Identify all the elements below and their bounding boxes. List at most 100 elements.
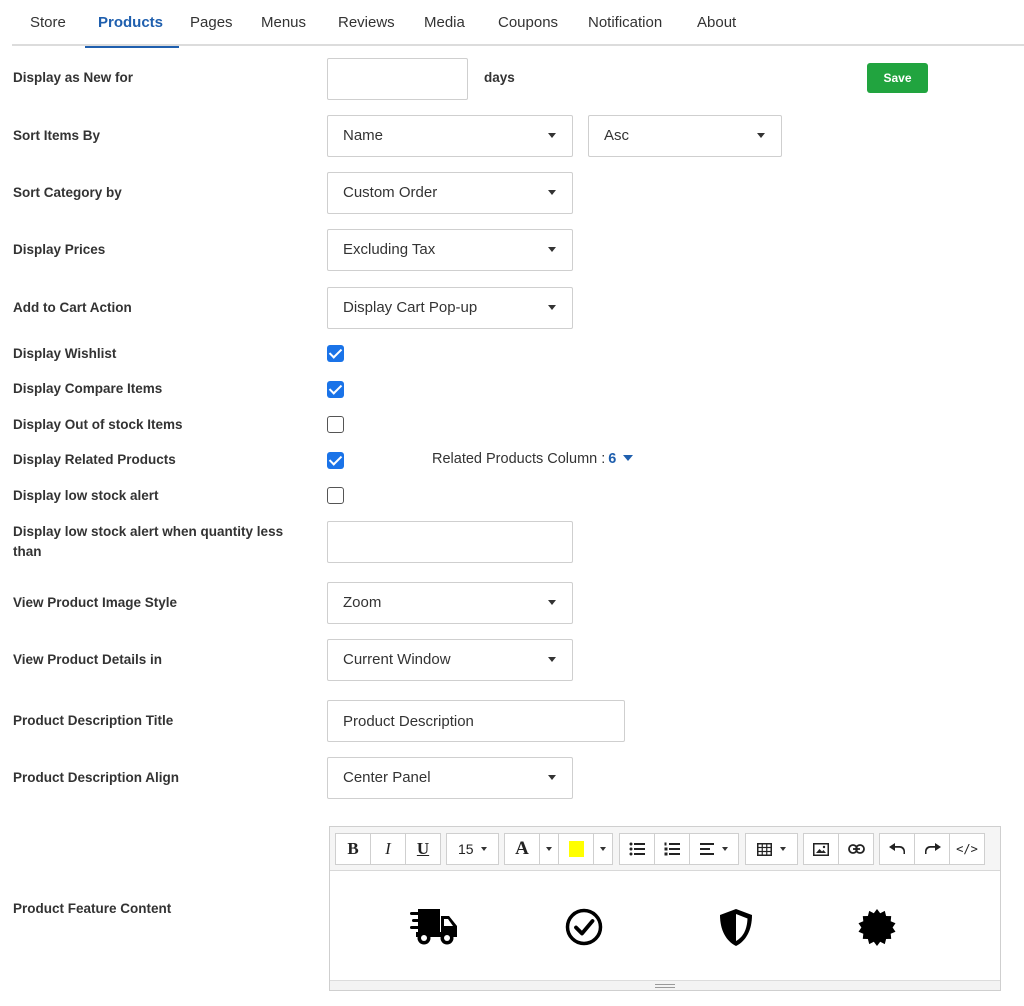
- badge-icon: [858, 909, 896, 946]
- related-column-value[interactable]: 6: [608, 451, 616, 467]
- unordered-list-button[interactable]: [619, 833, 655, 865]
- code-icon: </>: [956, 842, 978, 856]
- tab-media[interactable]: Media: [424, 0, 465, 46]
- italic-button[interactable]: I: [370, 833, 406, 865]
- details-in-label: View Product Details in: [13, 652, 163, 667]
- insert-image-button[interactable]: [803, 833, 839, 865]
- tab-coupons[interactable]: Coupons: [498, 0, 558, 46]
- desc-align-label: Product Description Align: [13, 770, 180, 785]
- low-stock-label: Display low stock alert: [13, 488, 159, 503]
- compare-checkbox[interactable]: [327, 381, 344, 398]
- chevron-down-icon[interactable]: [623, 455, 634, 461]
- font-size-dropdown[interactable]: 15: [446, 833, 499, 865]
- display-new-label: Display as New for: [13, 70, 134, 85]
- tab-reviews[interactable]: Reviews: [338, 0, 395, 46]
- tab-about[interactable]: About: [697, 0, 736, 46]
- chevron-down-icon: [548, 775, 556, 780]
- out-of-stock-checkbox[interactable]: [327, 416, 344, 433]
- display-new-input[interactable]: [328, 59, 467, 99]
- sort-order-select[interactable]: Asc: [588, 115, 782, 157]
- editor-content[interactable]: [330, 871, 1000, 981]
- display-prices-select[interactable]: Excluding Tax: [327, 229, 573, 271]
- code-view-button[interactable]: </>: [949, 833, 985, 865]
- table-dropdown[interactable]: [745, 833, 798, 865]
- details-in-value: Current Window: [343, 651, 451, 668]
- check-circle-icon: [565, 908, 603, 946]
- related-products-checkbox[interactable]: [327, 452, 344, 469]
- insert-link-button[interactable]: [838, 833, 874, 865]
- image-icon: [813, 842, 829, 856]
- editor-resize-handle[interactable]: [330, 980, 1000, 990]
- editor-toolbar: B I U 15 A </>: [330, 827, 1000, 871]
- chevron-down-icon: [722, 847, 728, 851]
- display-prices-label: Display Prices: [13, 242, 106, 257]
- out-of-stock-label: Display Out of stock Items: [13, 417, 183, 432]
- sort-items-select[interactable]: Name: [327, 115, 573, 157]
- table-icon: [757, 842, 772, 856]
- grip-icon: [655, 984, 675, 988]
- align-left-icon: [700, 843, 714, 855]
- align-dropdown[interactable]: [689, 833, 739, 865]
- display-prices-value: Excluding Tax: [343, 241, 436, 258]
- chevron-down-icon: [480, 847, 487, 851]
- font-size-value: 15: [458, 841, 474, 857]
- highlight-dropdown[interactable]: [593, 833, 613, 865]
- highlight-button[interactable]: [558, 833, 594, 865]
- underline-button[interactable]: U: [405, 833, 441, 865]
- cart-action-value: Display Cart Pop-up: [343, 299, 478, 316]
- low-stock-qty-input[interactable]: [328, 522, 572, 562]
- chevron-down-icon: [546, 847, 552, 851]
- tab-menus[interactable]: Menus: [261, 0, 306, 46]
- chevron-down-icon: [548, 190, 556, 195]
- desc-title-label: Product Description Title: [13, 713, 174, 728]
- tab-pages[interactable]: Pages: [190, 0, 233, 46]
- feature-content-label: Product Feature Content: [13, 901, 172, 916]
- days-unit-label: days: [484, 70, 515, 85]
- font-color-dropdown[interactable]: [539, 833, 559, 865]
- ordered-list-button[interactable]: [654, 833, 690, 865]
- desc-title-field[interactable]: [327, 700, 625, 742]
- low-stock-qty-label-line1: Display low stock alert when quantity le…: [13, 524, 284, 539]
- redo-button[interactable]: [914, 833, 950, 865]
- low-stock-qty-label-line2: than: [13, 544, 42, 559]
- chevron-down-icon: [548, 305, 556, 310]
- details-in-select[interactable]: Current Window: [327, 639, 573, 681]
- bold-button[interactable]: B: [335, 833, 371, 865]
- delivery-truck-icon: [410, 909, 457, 945]
- compare-label: Display Compare Items: [13, 381, 163, 396]
- save-button[interactable]: Save: [867, 63, 928, 93]
- related-column-label: Related Products Column :: [432, 451, 606, 467]
- display-new-field[interactable]: [327, 58, 468, 100]
- sort-order-value: Asc: [604, 127, 630, 144]
- chevron-down-icon: [548, 657, 556, 662]
- sort-category-label: Sort Category by: [13, 185, 122, 200]
- low-stock-checkbox[interactable]: [327, 487, 344, 504]
- sort-category-select[interactable]: Custom Order: [327, 172, 573, 214]
- tab-store[interactable]: Store: [30, 0, 66, 46]
- low-stock-qty-field[interactable]: [327, 521, 573, 563]
- undo-button[interactable]: [879, 833, 915, 865]
- chevron-down-icon: [780, 847, 786, 851]
- redo-icon: [924, 843, 941, 854]
- image-style-label: View Product Image Style: [13, 595, 178, 610]
- highlight-swatch: [568, 841, 584, 857]
- sort-items-value: Name: [343, 127, 384, 144]
- related-products-label: Display Related Products: [13, 452, 176, 467]
- desc-align-value: Center Panel: [343, 769, 431, 786]
- chevron-down-icon: [548, 247, 556, 252]
- wishlist-checkbox[interactable]: [327, 345, 344, 362]
- tab-products[interactable]: Products: [84, 0, 180, 48]
- undo-icon: [888, 843, 905, 854]
- numbered-list-icon: [664, 842, 680, 856]
- image-style-select[interactable]: Zoom: [327, 582, 573, 624]
- tab-bar: Store Products Pages Menus Reviews Media…: [12, 0, 1024, 48]
- desc-align-select[interactable]: Center Panel: [327, 757, 573, 799]
- font-color-button[interactable]: A: [504, 833, 540, 865]
- image-style-value: Zoom: [343, 594, 382, 611]
- related-products-column: Related Products Column :6: [432, 451, 634, 467]
- desc-title-input[interactable]: [328, 701, 624, 741]
- chevron-down-icon: [548, 133, 556, 138]
- chevron-down-icon: [600, 847, 606, 851]
- tab-notification[interactable]: Notification: [588, 0, 662, 46]
- cart-action-select[interactable]: Display Cart Pop-up: [327, 287, 573, 329]
